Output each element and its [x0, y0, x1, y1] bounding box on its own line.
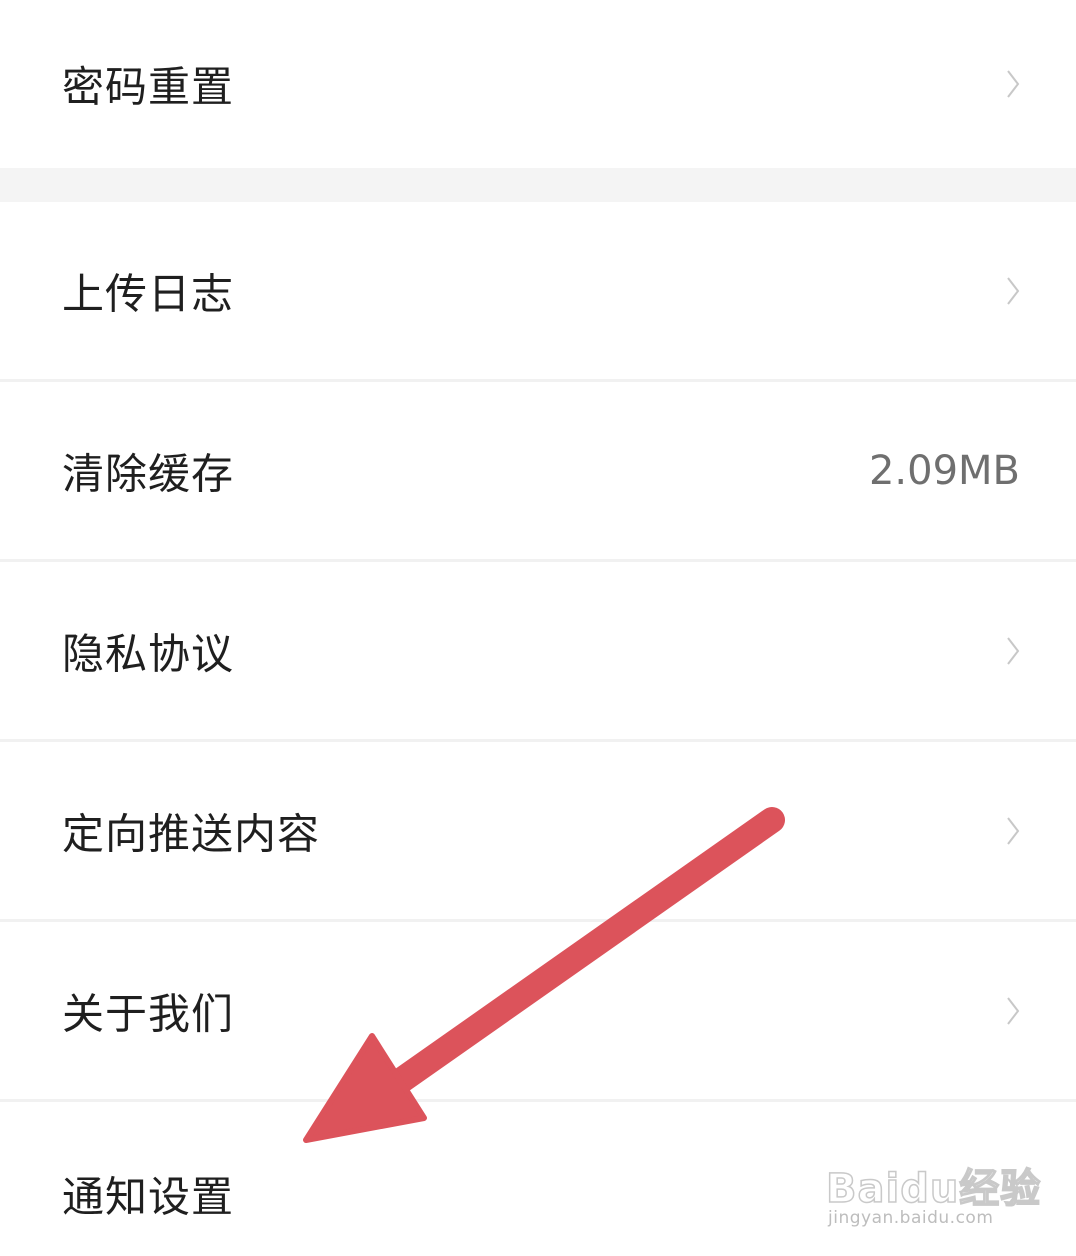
- chevron-right-icon: [1007, 277, 1020, 305]
- settings-item-upload-log[interactable]: 上传日志: [0, 202, 1076, 380]
- settings-page: 密码重置 上传日志 清除缓存 2.09MB 隐私协议 定向推送内容 关于我们 通…: [0, 0, 1076, 1256]
- settings-item-label: 清除缓存: [62, 449, 235, 498]
- settings-item-targeted-push[interactable]: 定向推送内容: [0, 742, 1076, 919]
- baidu-jingyan-watermark: Baidu经验 jingyan.baidu.com: [825, 1156, 1046, 1236]
- chevron-right-icon: [1007, 636, 1020, 665]
- cache-size-value: 2.09MB: [868, 447, 1020, 494]
- settings-item-label: 定向推送内容: [62, 809, 321, 858]
- settings-item-label: 隐私协议: [62, 629, 235, 678]
- chevron-right-icon: [1007, 816, 1020, 845]
- chevron-right-icon: [1007, 996, 1020, 1025]
- settings-item-clear-cache[interactable]: 清除缓存 2.09MB: [0, 382, 1076, 559]
- settings-item-label: 上传日志: [62, 269, 235, 319]
- settings-item-privacy-policy[interactable]: 隐私协议: [0, 562, 1076, 739]
- settings-item-label: 密码重置: [62, 62, 235, 112]
- section-separator: [0, 168, 1076, 202]
- settings-item-label: 关于我们: [62, 989, 235, 1038]
- settings-item-label: 通知设置: [62, 1172, 235, 1222]
- settings-item-password-reset[interactable]: 密码重置: [0, 0, 1076, 168]
- watermark-logo-text: Baidu经验: [825, 1165, 1042, 1213]
- settings-item-about-us[interactable]: 关于我们: [0, 922, 1076, 1099]
- watermark-url: jingyan.baidu.com: [828, 1208, 994, 1228]
- chevron-right-icon: [1007, 70, 1020, 98]
